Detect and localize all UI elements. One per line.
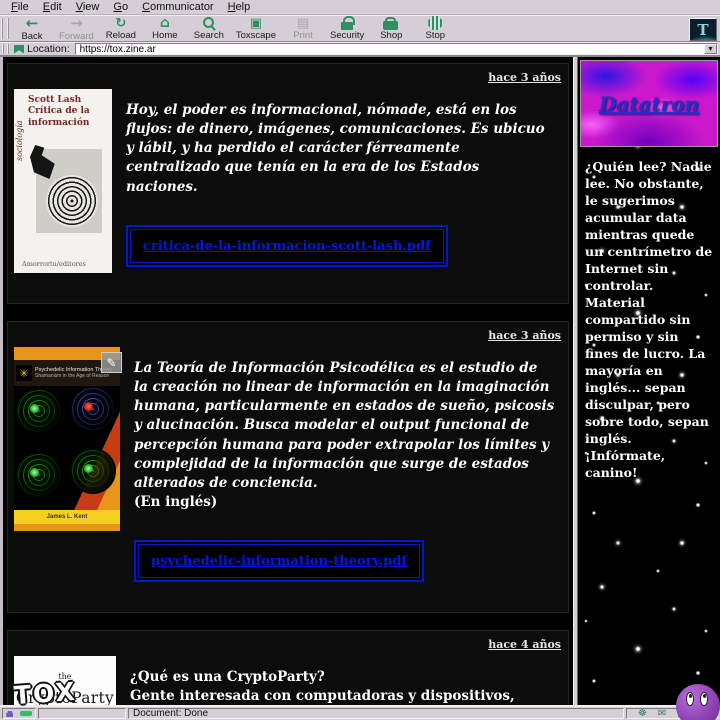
- cover-title-line: Crítica de la: [28, 106, 107, 117]
- timestamp-link[interactable]: hace 3 años: [488, 329, 561, 342]
- menu-communicator[interactable]: Communicator: [135, 1, 221, 13]
- book-cover-critica[interactable]: Scott Lash Crítica de la información soc…: [14, 89, 112, 273]
- reload-icon: [111, 16, 131, 30]
- cover-subtitle: Shamanism in the Age of Reason: [35, 373, 112, 379]
- status-message: Document: Done: [128, 708, 624, 719]
- stop-label: Stop: [426, 30, 446, 41]
- cover-author: Scott Lash: [28, 95, 107, 106]
- stop-icon: [428, 16, 442, 30]
- creature-eye: [686, 692, 694, 706]
- status-connection-icon: [20, 711, 32, 716]
- url-input[interactable]: [76, 44, 704, 54]
- shop-button[interactable]: Shop: [369, 16, 413, 41]
- spiral-illustration: [36, 149, 102, 233]
- stop-button[interactable]: Stop: [413, 16, 457, 41]
- timestamp-link[interactable]: hace 4 años: [488, 638, 561, 651]
- pdf-link-psychedelic[interactable]: psychedelic-information-theory.pdf: [151, 554, 407, 569]
- location-label: Location:: [27, 43, 70, 55]
- post-question: ¿Qué es una CryptoParty?: [130, 668, 555, 687]
- menu-view[interactable]: View: [69, 1, 107, 13]
- toxscape-label: Toxscape: [236, 30, 276, 41]
- reload-label: Reload: [106, 30, 136, 41]
- toolbar-grip[interactable]: [1, 18, 9, 39]
- sphere-icon: [16, 388, 62, 434]
- brand-letter: T: [697, 21, 708, 39]
- menu-file[interactable]: File: [4, 1, 36, 13]
- post-cryptoparty-handbook: hace 4 años the CryptoParty handbook ¿Qu…: [7, 630, 569, 705]
- print-button: Print: [281, 16, 325, 41]
- datatron-link[interactable]: Datatron: [599, 92, 699, 116]
- menu-help[interactable]: Help: [221, 1, 258, 13]
- purple-creature-mascot: [676, 684, 720, 720]
- pdf-link-critica[interactable]: critica-de-la-informacion-scott-lash.pdf: [143, 239, 431, 254]
- back-label: Back: [21, 31, 42, 42]
- cover-author: James L. Kent: [14, 510, 120, 524]
- toxscape-button[interactable]: Toxscape: [231, 16, 281, 41]
- cover-title-line: información: [28, 118, 107, 129]
- post-language-note: (En inglés): [134, 493, 555, 512]
- forward-label: Forward: [59, 31, 94, 42]
- tox-site-logo: TOX: [13, 677, 78, 710]
- bookmark-icon[interactable]: [14, 45, 24, 54]
- navigator-icon[interactable]: ☸: [638, 709, 647, 719]
- spiral-icon: [46, 175, 98, 227]
- back-icon: [22, 16, 42, 31]
- sphere-icon: [70, 448, 116, 494]
- print-label: Print: [293, 30, 313, 41]
- sphere-icon: [16, 452, 62, 498]
- navigation-toolbar: Back Forward Reload Home Search Toxscape…: [0, 15, 720, 42]
- shop-label: Shop: [380, 30, 402, 41]
- mailbox-icon[interactable]: ✉: [658, 709, 666, 719]
- creature-eye: [700, 692, 708, 706]
- status-bar: Document: Done ☸ ✉ ▦ ✎: [0, 705, 720, 720]
- page-content: hace 3 años Scott Lash Crítica de la inf…: [0, 56, 720, 705]
- status-lock-icon[interactable]: [6, 710, 13, 717]
- browser-brand-logo[interactable]: T: [689, 18, 717, 41]
- security-lock-icon: [337, 16, 357, 30]
- home-label: Home: [152, 30, 177, 41]
- forward-button: Forward: [54, 16, 99, 41]
- search-icon: [199, 16, 219, 30]
- menu-go[interactable]: Go: [106, 1, 135, 13]
- location-bar: Location: ▼: [0, 42, 720, 56]
- cover-publisher: Amorrortu/editores: [22, 260, 86, 268]
- home-icon: [155, 16, 175, 30]
- security-button[interactable]: Security: [325, 16, 369, 41]
- shop-bag-icon: [381, 16, 401, 30]
- wireframe-spheres-art: [14, 386, 120, 510]
- search-label: Search: [194, 30, 224, 41]
- security-label: Security: [330, 30, 364, 41]
- post-critica-de-la-informacion: hace 3 años Scott Lash Crítica de la inf…: [7, 63, 569, 304]
- forward-icon: [66, 16, 86, 31]
- cover-side-text: sociología: [15, 120, 24, 161]
- toxscape-icon: [246, 16, 266, 30]
- back-button[interactable]: Back: [10, 16, 54, 41]
- progress-bar: [38, 708, 126, 719]
- datatron-banner: Datatron: [580, 60, 718, 147]
- reload-button[interactable]: Reload: [99, 16, 143, 41]
- edit-icon[interactable]: ✎: [101, 352, 122, 373]
- home-button[interactable]: Home: [143, 16, 187, 41]
- search-button[interactable]: Search: [187, 16, 231, 41]
- hand-icon: [30, 145, 56, 179]
- sphere-icon: [70, 386, 116, 432]
- print-icon: [293, 16, 313, 30]
- book-cover-psychedelic[interactable]: ✳ Psychedelic Information Theory Shamani…: [14, 347, 120, 531]
- post-paragraph: Gente interesada con computadoras y disp…: [130, 687, 555, 705]
- menu-edit[interactable]: Edit: [36, 1, 69, 13]
- sidebar-frame: Datatron ¿Quién lee? Nadie lee. No obsta…: [578, 57, 720, 705]
- browser-chrome: File Edit View Go Communicator Help Back…: [0, 0, 720, 56]
- main-frame: hace 3 años Scott Lash Crítica de la inf…: [0, 57, 573, 705]
- menu-bar: File Edit View Go Communicator Help: [0, 0, 720, 15]
- post-paragraph: La Teoría de Información Psicodélica es …: [134, 359, 555, 493]
- asterisk-logo-icon: ✳: [16, 365, 32, 381]
- pdf-link-box: critica-de-la-informacion-scott-lash.pdf: [126, 225, 448, 267]
- pdf-link-box: psychedelic-information-theory.pdf: [134, 540, 424, 582]
- sidebar-text: ¿Quién lee? Nadie lee. No obstante, le s…: [578, 151, 720, 488]
- post-psychedelic-information-theory: hace 3 años ✳ Psychedelic Information Th…: [7, 321, 569, 613]
- url-dropdown-button[interactable]: ▼: [704, 44, 717, 54]
- location-grip[interactable]: [2, 44, 9, 54]
- post-paragraph: Hoy, el poder es informacional, nómade, …: [126, 101, 555, 197]
- timestamp-link[interactable]: hace 3 años: [488, 71, 561, 84]
